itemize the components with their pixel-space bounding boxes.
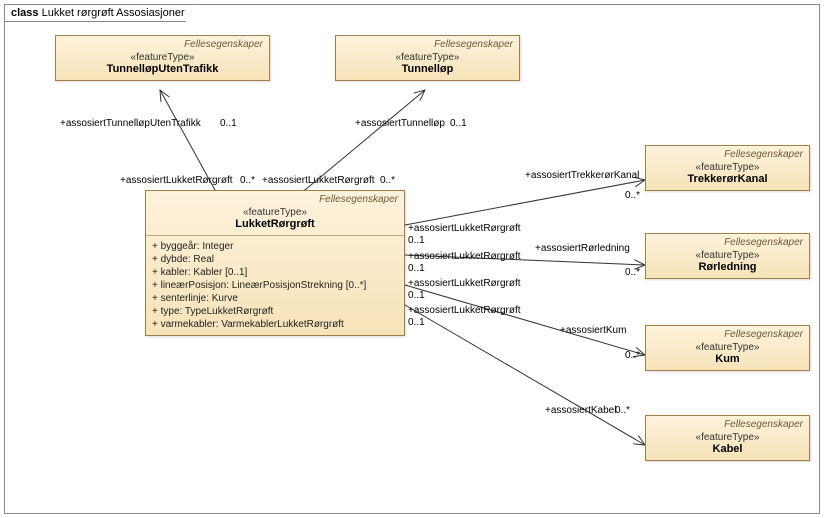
class-group: Fellesegenskaper <box>652 237 803 248</box>
mult-label: 0..* <box>625 350 640 361</box>
role-label: +assosiertLukketRørgrøft <box>408 223 521 234</box>
mult-label: 0..* <box>625 267 640 278</box>
class-stereo: «featureType» <box>652 342 803 353</box>
diagram-frame: class Lukket rørgrøft Assosiasjoner Fell… <box>4 4 820 514</box>
mult-label: 0..* <box>615 405 630 416</box>
role-label: +assosiertRørledning <box>535 243 630 254</box>
role-label: +assosiertLukketRørgrøft <box>408 305 521 316</box>
class-stereo: «featureType» <box>342 52 513 63</box>
frame-title: Lukket rørgrøft Assosiasjoner <box>42 7 185 19</box>
mult-label: 0..1 <box>220 118 237 129</box>
class-stereo: «featureType» <box>152 207 398 218</box>
role-label: +assosiertKabel <box>545 405 616 416</box>
mult-label: 0..1 <box>408 317 425 328</box>
role-label: +assosiertLukketRørgrøft <box>408 251 521 262</box>
class-stereo: «featureType» <box>62 52 263 63</box>
class-name: TunnelløpUtenTrafikk <box>62 63 263 75</box>
role-label: +assosiertTunnelløpUtenTrafikk <box>60 118 201 129</box>
attr-list: + byggeår: Integer + dybde: Real + kable… <box>146 236 404 335</box>
mult-label: 0..1 <box>408 235 425 246</box>
role-label: +assosiertLukketRørgrøft <box>408 278 521 289</box>
class-name: TrekkerørKanal <box>652 173 803 185</box>
class-stereo: «featureType» <box>652 250 803 261</box>
mult-label: 0..1 <box>408 263 425 274</box>
class-group: Fellesegenskaper <box>152 194 398 205</box>
mult-label: 0..* <box>240 175 255 186</box>
attr: + senterlinje: Kurve <box>152 292 398 305</box>
mult-label: 0..1 <box>408 290 425 301</box>
mult-label: 0..* <box>625 190 640 201</box>
class-rorledning[interactable]: Fellesegenskaper «featureType» Rørlednin… <box>645 233 810 279</box>
class-tunnellop-uten-trafikk[interactable]: Fellesegenskaper «featureType» Tunnelløp… <box>55 35 270 81</box>
attr: + kabler: Kabler [0..1] <box>152 266 398 279</box>
role-label: +assosiertTunnelløp <box>355 118 445 129</box>
class-tunnellop[interactable]: Fellesegenskaper «featureType» Tunnelløp <box>335 35 520 81</box>
frame-prefix: class <box>11 7 39 19</box>
class-group: Fellesegenskaper <box>62 39 263 50</box>
class-stereo: «featureType» <box>652 432 803 443</box>
role-label: +assosiertLukketRørgrøft <box>262 175 375 186</box>
class-trekkeror-kanal[interactable]: Fellesegenskaper «featureType» Trekkerør… <box>645 145 810 191</box>
class-name: Kabel <box>652 443 803 455</box>
class-name: Kum <box>652 353 803 365</box>
class-kum[interactable]: Fellesegenskaper «featureType» Kum <box>645 325 810 371</box>
frame-tab: class Lukket rørgrøft Assosiasjoner <box>4 4 196 22</box>
class-group: Fellesegenskaper <box>342 39 513 50</box>
attr: + lineærPosisjon: LineærPosisjonStreknin… <box>152 279 398 292</box>
class-lukket-rorgroft[interactable]: Fellesegenskaper «featureType» LukketRør… <box>145 190 405 336</box>
mult-label: 0..* <box>380 175 395 186</box>
class-name: LukketRørgrøft <box>152 218 398 230</box>
mult-label: 0..1 <box>450 118 467 129</box>
class-name: Tunnelløp <box>342 63 513 75</box>
role-label: +assosiertTrekkerørKanal <box>525 170 639 181</box>
class-stereo: «featureType» <box>652 162 803 173</box>
class-group: Fellesegenskaper <box>652 419 803 430</box>
class-group: Fellesegenskaper <box>652 329 803 340</box>
attr: + dybde: Real <box>152 253 398 266</box>
role-label: +assosiertLukketRørgrøft <box>120 175 233 186</box>
attr: + byggeår: Integer <box>152 240 398 253</box>
attr: + varmekabler: VarmekablerLukketRørgrøft <box>152 318 398 331</box>
attr: + type: TypeLukketRørgrøft <box>152 305 398 318</box>
role-label: +assosiertKum <box>560 325 626 336</box>
class-name: Rørledning <box>652 261 803 273</box>
class-group: Fellesegenskaper <box>652 149 803 160</box>
class-kabel[interactable]: Fellesegenskaper «featureType» Kabel <box>645 415 810 461</box>
